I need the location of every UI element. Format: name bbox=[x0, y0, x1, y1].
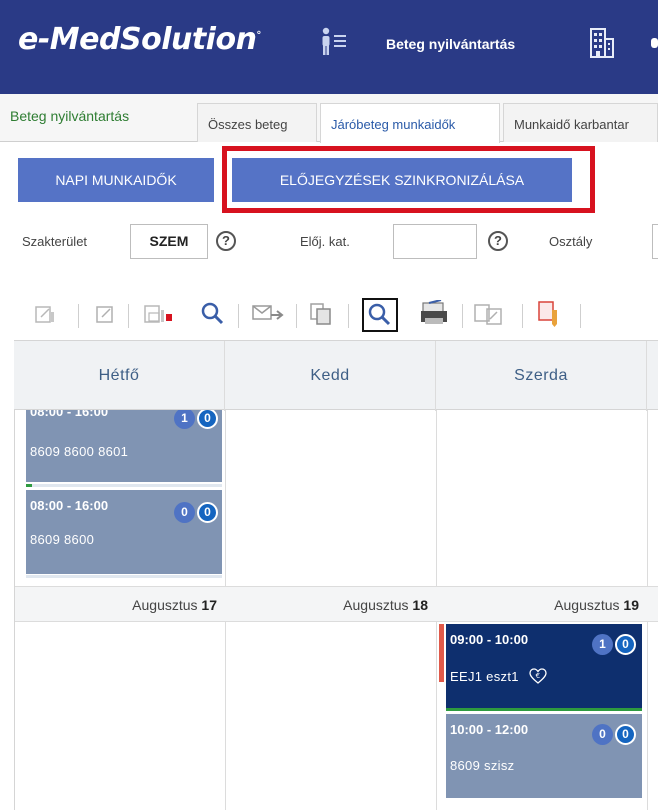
date-month: Augusztus bbox=[343, 597, 409, 613]
toolbar-separator bbox=[78, 304, 79, 328]
logo-registered-mark: ° bbox=[256, 30, 261, 41]
shift-time: 08:00 - 16:00 bbox=[30, 498, 109, 513]
sync-appointments-button[interactable]: ELŐJEGYZÉSEK SZINKRONIZÁLÁSA bbox=[232, 158, 572, 202]
toolbar-separator bbox=[238, 304, 239, 328]
day-header-wednesday: Szerda bbox=[514, 367, 568, 384]
free-count-badge: 0 bbox=[615, 724, 636, 745]
help-icon[interactable]: ? bbox=[488, 231, 508, 251]
capacity-bar bbox=[446, 708, 642, 711]
edit-disabled-icon[interactable] bbox=[30, 298, 60, 330]
search-icon[interactable] bbox=[198, 298, 228, 330]
edit-icon[interactable] bbox=[90, 298, 120, 330]
date-day: 18 bbox=[412, 597, 428, 613]
date-day: 19 bbox=[623, 597, 639, 613]
booked-count-badge: 0 bbox=[174, 502, 195, 523]
free-count-badge: 0 bbox=[197, 410, 218, 429]
week-date-row: Augusztus 17 Augusztus 18 Augusztus 19 bbox=[15, 586, 658, 622]
current-marker bbox=[439, 624, 444, 682]
person-list-icon[interactable] bbox=[318, 27, 348, 64]
app-logo[interactable]: e-MedSolution° bbox=[18, 22, 261, 57]
toolbar-separator bbox=[128, 304, 129, 328]
column-divider bbox=[646, 341, 647, 411]
header-more-indicator[interactable] bbox=[651, 38, 658, 48]
date-label: Augusztus 17 bbox=[15, 587, 225, 623]
free-count-badge: 0 bbox=[615, 634, 636, 655]
tab-osszes-beteg[interactable]: Összes beteg bbox=[197, 103, 317, 142]
section-title[interactable]: Beteg nyilvántartás bbox=[10, 108, 129, 124]
shift-card[interactable]: 09:00 - 10:00 1 0 EEJ1 eszt1 € bbox=[446, 624, 642, 708]
szakterulet-input[interactable]: SZEM bbox=[130, 224, 208, 259]
eloj-kat-input[interactable] bbox=[393, 224, 477, 259]
capacity-bar bbox=[26, 484, 222, 487]
tab-bar: Beteg nyilvántartás Összes beteg Járóbet… bbox=[0, 94, 658, 143]
shift-card[interactable]: 08:00 - 16:00 1 0 8609 8600 8601 bbox=[26, 410, 222, 482]
calendar-grid: 08:00 - 16:00 1 0 8609 8600 8601 08:00 -… bbox=[14, 410, 658, 810]
booked-count-badge: 1 bbox=[174, 410, 195, 429]
date-label: Augusztus 19 bbox=[437, 587, 647, 623]
room-codes: EEJ1 eszt1 € bbox=[450, 668, 547, 687]
booked-count-badge: 0 bbox=[592, 724, 613, 745]
day-header-tuesday: Kedd bbox=[310, 367, 350, 384]
date-month: Augusztus bbox=[554, 597, 620, 613]
szakterulet-label: Szakterület bbox=[22, 234, 88, 249]
capacity-bar bbox=[26, 575, 222, 578]
toolbar-separator bbox=[296, 304, 297, 328]
napi-munkaidok-button[interactable]: NAPI MUNKAIDŐK bbox=[18, 158, 214, 202]
osztaly-label: Osztály bbox=[549, 234, 593, 249]
add-disabled-icon[interactable] bbox=[140, 298, 180, 330]
room-codes: 8609 8600 bbox=[30, 532, 95, 547]
free-count-badge: 0 bbox=[197, 502, 218, 523]
toolbar bbox=[0, 298, 658, 338]
app-logo-text: e-MedSolution bbox=[18, 22, 257, 57]
copy-icon[interactable] bbox=[306, 298, 336, 330]
document-red-icon[interactable] bbox=[534, 298, 564, 330]
toolbar-separator bbox=[522, 304, 523, 328]
toolbar-separator bbox=[580, 304, 581, 328]
svg-text:€: € bbox=[535, 672, 540, 680]
tab-munkaido-karbantartas[interactable]: Munkaidő karbantar bbox=[503, 103, 658, 142]
shift-card[interactable]: 08:00 - 16:00 0 0 8609 8600 bbox=[26, 490, 222, 574]
search-framed-icon[interactable] bbox=[362, 298, 398, 332]
print-icon[interactable] bbox=[418, 298, 454, 330]
osztaly-input[interactable] bbox=[652, 224, 658, 259]
app-header: e-MedSolution° Beteg nyilvántartás bbox=[0, 0, 658, 94]
room-codes: 8609 8600 8601 bbox=[30, 444, 129, 459]
help-icon[interactable]: ? bbox=[216, 231, 236, 251]
date-month: Augusztus bbox=[132, 597, 198, 613]
transfer-icon[interactable] bbox=[472, 298, 508, 330]
shift-time: 09:00 - 10:00 bbox=[450, 632, 529, 647]
room-codes-text: EEJ1 eszt1 bbox=[450, 668, 519, 684]
shift-time: 10:00 - 12:00 bbox=[450, 722, 529, 737]
day-header-monday: Hétfő bbox=[98, 367, 140, 384]
calendar-day-header: Hétfő Kedd Szerda bbox=[14, 340, 658, 411]
heart-euro-icon: € bbox=[529, 668, 547, 687]
room-codes: 8609 szisz bbox=[450, 758, 515, 773]
shift-time: 08:00 - 16:00 bbox=[30, 410, 109, 419]
hospital-building-icon[interactable] bbox=[588, 27, 616, 64]
message-send-icon[interactable] bbox=[250, 298, 286, 330]
toolbar-separator bbox=[348, 304, 349, 328]
booked-count-badge: 1 bbox=[592, 634, 613, 655]
date-day: 17 bbox=[201, 597, 217, 613]
module-label[interactable]: Beteg nyilvántartás bbox=[386, 36, 515, 52]
tab-jarobeteg-munkaidok[interactable]: Járóbeteg munkaidők bbox=[320, 103, 500, 143]
shift-card[interactable]: 10:00 - 12:00 0 0 8609 szisz bbox=[446, 714, 642, 798]
eloj-kat-label: Előj. kat. bbox=[300, 234, 350, 249]
toolbar-separator bbox=[462, 304, 463, 328]
date-label: Augusztus 18 bbox=[226, 587, 436, 623]
